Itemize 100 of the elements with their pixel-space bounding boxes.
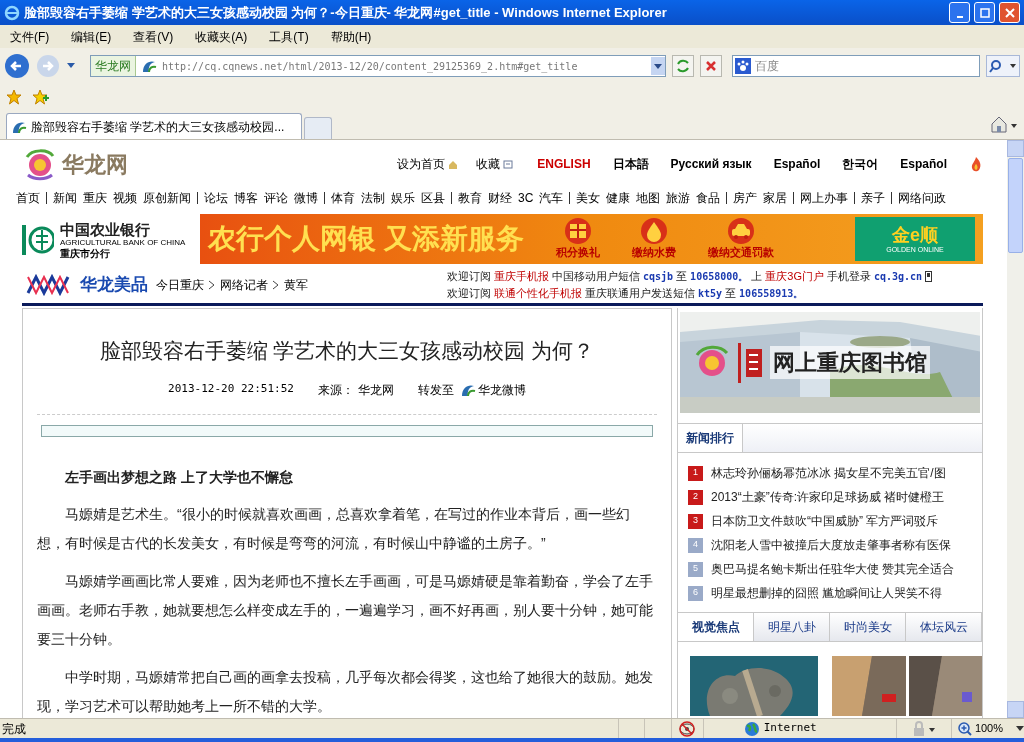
language-link[interactable]: Русский язык — [670, 155, 752, 173]
menu-item[interactable]: 编辑(E) — [71, 27, 112, 46]
site-label[interactable]: 华龙网 — [91, 56, 136, 76]
subscription-link[interactable]: 联通个性化手机报 — [494, 284, 582, 302]
menu-item[interactable]: 文件(F) — [10, 27, 50, 46]
language-link[interactable]: ENGLISH — [537, 155, 591, 173]
sms-code: 10658000。 — [690, 269, 749, 284]
article-paragraph: 马嫄婧学画画比常人要难，因为老师也不擅长左手画画，可是马嫄婧硬是靠着勤奋，学会了左手画画。老师右手教，她就要想怎么样变成左手的，一遍遍学习，画不好再画，别人要十分钟，她可能要三十分钟。 — [37, 571, 654, 649]
breadcrumb-link[interactable]: 今日重庆 — [156, 275, 204, 294]
chevron-icon — [208, 279, 216, 290]
nav-link[interactable]: 法制 — [361, 189, 385, 207]
menu-item[interactable]: 收藏夹(A) — [195, 27, 248, 46]
subscription-link[interactable]: 重庆手机报 — [494, 267, 549, 285]
set-home-link[interactable]: 设为首页 — [397, 155, 459, 173]
ranking-link[interactable]: 明星最想删掉的囧照 尴尬瞬间让人哭笑不得 — [711, 584, 973, 602]
home-icon[interactable] — [990, 114, 1018, 136]
maximize-button[interactable] — [974, 2, 995, 23]
photo-tab[interactable]: 体坛风云 — [906, 613, 982, 641]
nav-link[interactable]: 重庆 — [83, 189, 107, 207]
channel-logo[interactable]: 华龙美品 — [80, 271, 148, 298]
water-drop-icon — [640, 217, 667, 244]
nav-link[interactable]: 娱乐 — [391, 189, 415, 207]
branch-name: 重庆市分行 — [60, 248, 111, 259]
nav-link[interactable]: 房产 — [733, 189, 758, 207]
photo-tab[interactable]: 时尚美女 — [830, 613, 906, 641]
nav-link[interactable]: 论坛 — [204, 189, 228, 207]
add-favorite-icon[interactable] — [32, 89, 50, 105]
nav-link[interactable]: 健康 — [606, 189, 631, 207]
back-button[interactable] — [4, 53, 30, 79]
share-weibo-link[interactable]: 华龙微博 — [477, 380, 526, 399]
nav-link[interactable]: 亲子 — [861, 189, 886, 207]
phone-icon — [925, 270, 933, 282]
nav-link[interactable]: 美女 — [576, 189, 601, 207]
menu-item[interactable]: 工具(T) — [269, 27, 309, 46]
nav-link[interactable]: 旅游 — [666, 189, 691, 207]
ranking-link[interactable]: 林志玲孙俪杨幂范冰冰 揭女星不完美五官/图 — [711, 464, 973, 482]
window-title: 脸部毁容右手萎缩 学艺术的大三女孩感动校园 为何？-今日重庆- 华龙网#get_title - Windows Internet Explorer — [24, 3, 668, 22]
photo-tab[interactable]: 视觉焦点 — [678, 613, 754, 641]
minimize-button[interactable] — [949, 2, 970, 23]
nav-link[interactable]: 家居 — [763, 189, 788, 207]
nav-link[interactable]: 体育 — [331, 189, 355, 207]
address-field[interactable]: 华龙网 http://cq.cqnews.net/html/2013-12/20/content_29125369_2.htm#get_title — [90, 55, 666, 77]
browser-icon — [4, 4, 20, 21]
close-icon — [1003, 6, 1016, 19]
nav-link[interactable]: 网络问政 — [898, 189, 947, 207]
blocked-eye-icon[interactable] — [678, 720, 697, 737]
bank-name-english: AGRICULTURAL BANK OF CHINA — [60, 238, 186, 247]
nav-link[interactable]: 3C — [518, 189, 534, 207]
menu-item[interactable]: 帮助(H) — [330, 27, 372, 46]
ad-slogan: 农行个人网银 又添新服务 — [208, 222, 524, 256]
close-button[interactable] — [999, 2, 1020, 23]
nav-link[interactable]: 财经 — [488, 189, 512, 207]
language-link[interactable]: Español — [900, 155, 947, 173]
publish-date: 2013-12-20 22:51:52 — [168, 381, 294, 398]
scrollbar[interactable] — [1007, 140, 1024, 718]
language-link[interactable]: 한국어 — [842, 155, 879, 173]
rank-badge: 2 — [688, 489, 703, 505]
ranking-link[interactable]: 2013“土豪”传奇:许家印足球扬威 褚时健橙王 — [711, 488, 973, 506]
photo-tab[interactable]: 明星八卦 — [754, 613, 830, 641]
refresh-button[interactable] — [671, 55, 694, 77]
minimize-icon — [956, 15, 963, 18]
menu-item[interactable]: 查看(V) — [133, 27, 174, 46]
nav-link[interactable]: 评论 — [264, 189, 288, 207]
nav-link[interactable]: 食品 — [696, 189, 721, 207]
ranking-link[interactable]: 奥巴马提名鲍卡斯出任驻华大使 赞其完全适合 — [711, 560, 973, 578]
bookmark-link[interactable]: 收藏 — [476, 155, 514, 173]
dropdown-icon — [1016, 725, 1024, 732]
search-box[interactable]: 百度 — [731, 55, 980, 77]
subscription-link[interactable]: 重庆3G门户 — [765, 267, 824, 285]
nav-link[interactable]: 网上办事 — [800, 189, 849, 207]
nav-link[interactable]: 微博 — [294, 189, 318, 207]
ranking-link[interactable]: 日本防卫文件鼓吹“中国威胁” 军方严词驳斥 — [711, 512, 973, 530]
nav-link[interactable]: 视频 — [113, 189, 137, 207]
ranking-link[interactable]: 沈阳老人雪中被撞后大度放走肇事者称有医保 — [711, 536, 973, 554]
star-icon[interactable] — [6, 89, 22, 105]
language-link[interactable]: 日本語 — [612, 155, 649, 173]
subscription-text: 上 — [751, 268, 763, 284]
language-link[interactable]: Español — [773, 155, 821, 173]
dropdown-icon[interactable] — [66, 62, 76, 70]
nav-link[interactable]: 汽车 — [539, 189, 564, 207]
dropdown-icon[interactable] — [650, 57, 665, 75]
site-logo[interactable]: 华龙网 — [62, 147, 128, 181]
breadcrumb-link[interactable]: 黄军 — [284, 275, 308, 294]
source-name: 华龙网 — [357, 381, 394, 399]
breadcrumb-link[interactable]: 网络记者 — [220, 275, 268, 294]
maximize-icon — [978, 6, 991, 19]
library-banner-text[interactable]: 网上重庆图书馆 — [770, 346, 930, 379]
nav-link[interactable]: 首页 — [16, 189, 40, 207]
nav-link[interactable]: 地图 — [636, 189, 661, 207]
search-input[interactable]: 百度 — [754, 57, 977, 75]
bank-logo-icon — [22, 223, 54, 257]
subscription-text: 重庆联通用户发送短信 — [585, 285, 695, 301]
browser-tab[interactable]: 脸部毁容右手萎缩 学艺术的大三女孩感动校园... — [6, 113, 302, 139]
nav-link[interactable]: 教育 — [458, 189, 482, 207]
nav-link[interactable]: 博客 — [234, 189, 258, 207]
nav-link[interactable]: 原创新闻 — [143, 189, 191, 207]
nav-link[interactable]: 区县 — [421, 189, 445, 207]
stop-button[interactable] — [699, 55, 722, 77]
search-button[interactable] — [986, 55, 1020, 77]
nav-link[interactable]: 新闻 — [53, 189, 77, 207]
